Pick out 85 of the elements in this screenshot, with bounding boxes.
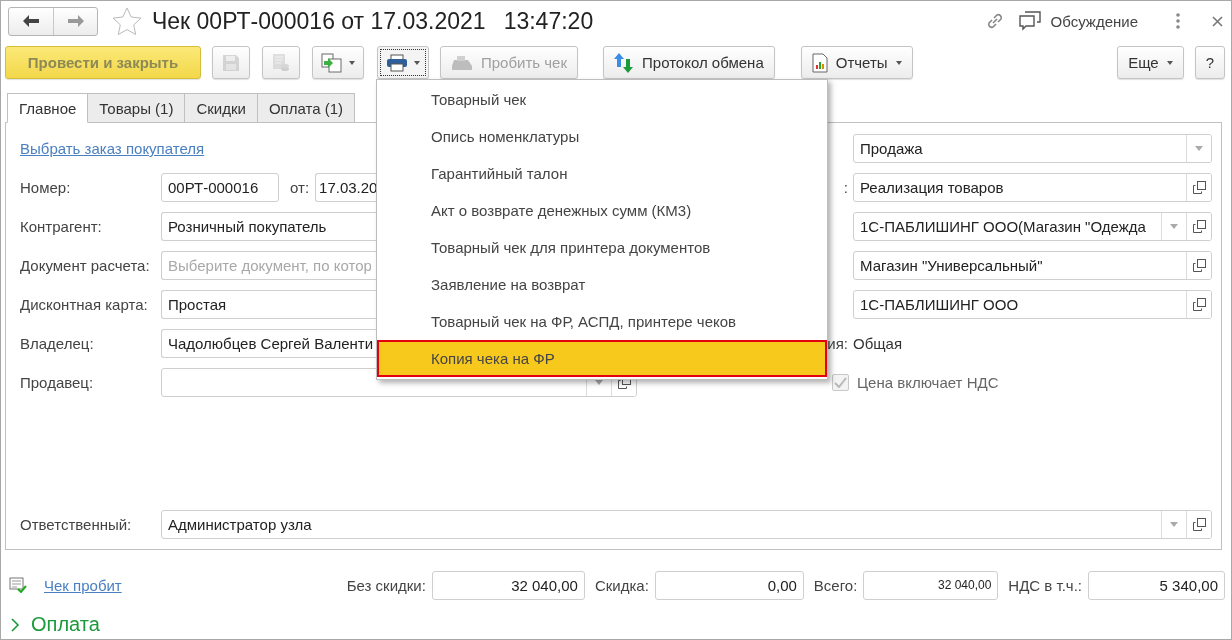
caret-icon	[1166, 60, 1173, 65]
input-field[interactable]: Чадолюбцев Сергей Валенти	[161, 329, 377, 358]
checkbox-label: Цена включает НДС	[857, 374, 999, 391]
chat-icon[interactable]	[1018, 11, 1041, 31]
input-field[interactable]: Магазин "Универсальный"	[853, 251, 1212, 280]
total-field: 0,00	[654, 570, 804, 600]
field-label: ия:	[826, 335, 849, 352]
open-button[interactable]	[1186, 252, 1211, 279]
total-field: 32 040,00	[431, 570, 585, 600]
open-button[interactable]	[1186, 174, 1211, 201]
arrow-right-icon	[67, 15, 84, 27]
field-label: :	[842, 179, 849, 196]
input-field[interactable]: Розничный покупатель	[161, 212, 377, 241]
report-chart-icon	[811, 52, 828, 73]
field-label: Контрагент:	[20, 218, 103, 235]
more-button[interactable]: Еще	[1117, 46, 1184, 79]
up-down-arrows-icon	[614, 51, 634, 74]
input-field[interactable]: Реализация товаров	[853, 173, 1212, 202]
tab[interactable]: Скидки	[185, 93, 258, 123]
input-field[interactable]: Выберите документ, по котор	[161, 251, 377, 280]
printer-icon	[386, 53, 408, 72]
chevron-right-icon	[9, 616, 21, 633]
copy-button[interactable]	[312, 46, 364, 79]
caret-icon	[1195, 146, 1203, 151]
open-window-icon	[1192, 181, 1206, 194]
payment-section-toggle[interactable]: Оплата	[9, 613, 1231, 636]
input-field[interactable]: 1С-ПАБЛИШИНГ ООО	[853, 290, 1212, 319]
input-field[interactable]: Простая	[161, 290, 377, 319]
caret-icon	[895, 60, 902, 65]
field-value: Общая	[853, 335, 903, 352]
reports-button[interactable]: Отчеты	[800, 46, 913, 79]
document-coins-icon	[271, 52, 291, 73]
select-field[interactable]: Администратор узла	[161, 510, 1212, 539]
tab[interactable]: Товары (1)	[88, 93, 186, 123]
field-label: Номер:	[20, 179, 72, 196]
open-window-icon	[1192, 298, 1206, 311]
discussion-link[interactable]: Обсуждение	[1050, 12, 1138, 30]
select-order-link[interactable]: Выбрать заказ покупателя	[20, 140, 205, 157]
help-button[interactable]: ?	[1194, 46, 1225, 79]
menu-item[interactable]: Заявление на возврат	[377, 266, 827, 303]
field-label: Владелец:	[20, 335, 95, 352]
total-label: Без скидки:	[346, 576, 426, 594]
number-field[interactable]: 00РТ-000016	[161, 173, 279, 202]
menu-item[interactable]: Опись номенклатуры	[377, 118, 827, 155]
total-field: 5 340,00	[1088, 570, 1225, 600]
menu-item[interactable]: Товарный чек	[377, 81, 827, 118]
open-button[interactable]	[1186, 213, 1211, 240]
field-label: Дисконтная карта:	[20, 296, 149, 313]
select-field[interactable]: 1С-ПАБЛИШИНГ ООО(Магазин "Одежда	[853, 212, 1212, 241]
exchange-log-button[interactable]: Протокол обмена	[603, 46, 775, 79]
open-window-icon	[1192, 220, 1206, 233]
tab[interactable]: Оплата (1)	[257, 93, 355, 123]
total-label: НДС в т.ч.:	[1008, 576, 1082, 594]
caret-icon	[1170, 224, 1178, 229]
menu-item[interactable]: Товарный чек для принтера документов	[377, 229, 827, 266]
select-field[interactable]: Продажа	[853, 134, 1212, 163]
star-icon[interactable]	[112, 6, 142, 36]
caret-icon	[414, 60, 420, 65]
menu-item[interactable]: Копия чека на ФР	[377, 340, 827, 377]
field-label: Продавец:	[20, 374, 95, 391]
print-button[interactable]	[377, 46, 429, 79]
tab[interactable]: Главное	[7, 93, 89, 123]
field-label: Документ расчета:	[20, 257, 151, 274]
field-label: от:	[290, 179, 310, 196]
caret-icon	[349, 60, 355, 65]
window-title: Чек 00РТ-000016 от 17.03.2021	[152, 7, 486, 35]
arrow-left-icon	[23, 15, 39, 27]
close-icon[interactable]	[1212, 15, 1223, 27]
copy-documents-icon	[321, 52, 343, 73]
menu-item[interactable]: Товарный чек на ФР, АСПД, принтере чеков	[377, 303, 827, 340]
receipt-check-icon	[9, 577, 27, 593]
open-window-icon	[1192, 259, 1206, 272]
total-label: Скидка:	[594, 576, 649, 594]
total-field: 32 040,00	[863, 570, 999, 600]
caret-icon	[1170, 522, 1178, 527]
total-label: Всего:	[813, 576, 858, 594]
check-icon	[834, 377, 847, 388]
receipt-status-link[interactable]: Чек пробит	[44, 576, 122, 594]
field-label: Ответственный:	[20, 516, 133, 533]
cash-register-icon	[451, 54, 473, 71]
kebab-menu-icon[interactable]	[1176, 13, 1180, 29]
window-time: 13:47:20	[503, 7, 594, 35]
open-button[interactable]	[1186, 291, 1211, 318]
open-button[interactable]	[1186, 511, 1211, 538]
open-window-icon	[1192, 518, 1206, 531]
